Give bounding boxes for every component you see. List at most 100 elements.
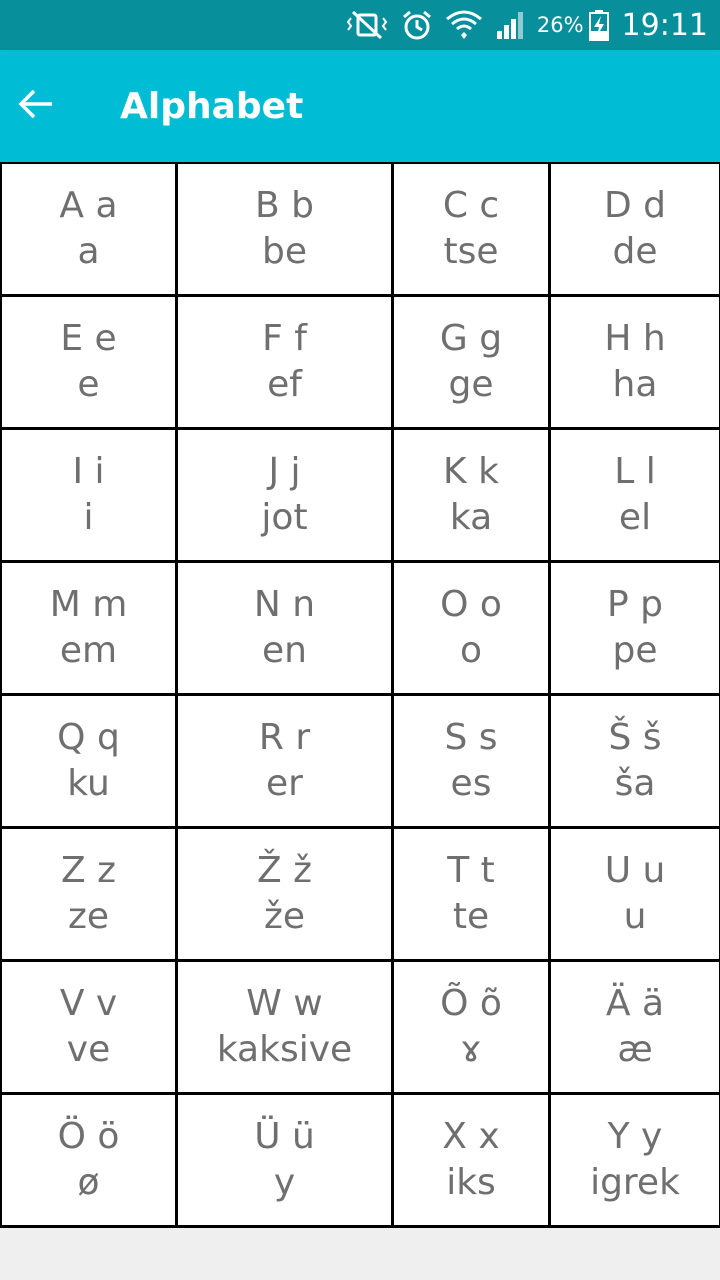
letter-name: i (83, 497, 94, 538)
letter-pair: G g (439, 318, 503, 359)
letter-name: ha (612, 364, 658, 405)
letter-name: el (618, 497, 652, 538)
letter-name: er (266, 763, 303, 804)
letter-cell[interactable]: Ö ö ø (2, 1095, 178, 1228)
letter-cell[interactable]: Ü ü y (178, 1095, 394, 1228)
letter-cell[interactable]: N n en (178, 563, 394, 696)
letter-name: be (262, 231, 307, 272)
letter-pair: A a (59, 185, 118, 226)
page-title: Alphabet (120, 85, 304, 127)
app-bar: Alphabet (0, 50, 720, 162)
letter-name: y (273, 1162, 296, 1203)
signal-icon (495, 9, 527, 41)
status-bar: 26% 19:11 (0, 0, 720, 50)
letter-cell[interactable]: G g ge (394, 297, 551, 430)
letter-cell[interactable]: L l el (551, 430, 720, 563)
letter-pair: Ä ä (605, 983, 665, 1024)
battery-charging-icon (588, 9, 610, 41)
letter-cell[interactable]: T t te (394, 829, 551, 962)
letter-cell[interactable]: Z z ze (2, 829, 178, 962)
letter-pair: H h (604, 318, 666, 359)
letter-name: pe (612, 630, 658, 671)
arrow-left-icon (16, 84, 56, 129)
letter-name: ze (67, 896, 110, 937)
letter-pair: W w (246, 983, 323, 1024)
letter-name: jot (261, 497, 308, 538)
letter-pair: Z z (60, 850, 116, 891)
letter-name: ef (267, 364, 302, 405)
letter-pair: P p (606, 584, 663, 625)
letter-name: ka (449, 497, 493, 538)
letter-pair: I i (72, 451, 105, 492)
letter-pair: Š š (608, 717, 662, 758)
status-time: 19:11 (621, 7, 708, 43)
letter-cell[interactable]: J j jot (178, 430, 394, 563)
letter-cell[interactable]: Y y igrek (551, 1095, 720, 1228)
letter-cell[interactable]: K k ka (394, 430, 551, 563)
letter-cell[interactable]: I i i (2, 430, 178, 563)
letter-pair: C c (442, 185, 500, 226)
letter-cell[interactable]: V v ve (2, 962, 178, 1095)
letter-name: te (452, 896, 490, 937)
alarm-icon (401, 9, 433, 41)
letter-name: u (623, 896, 647, 937)
letter-name: tse (443, 231, 499, 272)
letter-name: e (77, 364, 100, 405)
letter-name: ø (77, 1162, 100, 1203)
letter-name: igrek (590, 1162, 680, 1203)
letter-pair: J j (268, 451, 301, 492)
letter-cell[interactable]: S s es (394, 696, 551, 829)
letter-name: ša (614, 763, 656, 804)
letter-name: a (77, 231, 100, 272)
letter-pair: B b (255, 185, 314, 226)
letter-cell[interactable]: P p pe (551, 563, 720, 696)
letter-pair: Ö ö (57, 1116, 120, 1157)
letter-pair: K k (443, 451, 499, 492)
letter-name: o (459, 630, 483, 671)
letter-cell[interactable]: U u u (551, 829, 720, 962)
letter-name: iks (446, 1162, 496, 1203)
letter-cell[interactable]: Ž ž že (178, 829, 394, 962)
letter-cell[interactable]: F f ef (178, 297, 394, 430)
letter-cell[interactable]: C c tse (394, 164, 551, 297)
letter-pair: M m (49, 584, 128, 625)
letter-name: ve (66, 1029, 111, 1070)
letter-name: en (262, 630, 307, 671)
letter-pair: O o (440, 584, 502, 625)
letter-pair: U u (604, 850, 666, 891)
letter-name: že (263, 896, 306, 937)
letter-cell[interactable]: Š š ša (551, 696, 720, 829)
alphabet-grid: A a a B b be C c tse D d de E e e F f ef G g ge H h ha I… (0, 162, 720, 1228)
letter-pair: Õ õ (440, 983, 502, 1024)
letter-name: em (59, 630, 118, 671)
letter-pair: E e (60, 318, 117, 359)
letter-pair: Ž ž (256, 850, 312, 891)
wifi-icon (445, 9, 483, 41)
letter-cell[interactable]: Ä ä æ (551, 962, 720, 1095)
letter-cell[interactable]: E e e (2, 297, 178, 430)
letter-name: ge (448, 364, 494, 405)
letter-pair: Q q (57, 717, 120, 758)
letter-cell[interactable]: W w kaksive (178, 962, 394, 1095)
letter-name: kaksive (216, 1029, 353, 1070)
letter-cell[interactable]: X x iks (394, 1095, 551, 1228)
letter-name: es (450, 763, 492, 804)
letter-cell[interactable]: H h ha (551, 297, 720, 430)
letter-pair: F f (262, 318, 307, 359)
letter-cell[interactable]: R r er (178, 696, 394, 829)
letter-pair: R r (258, 717, 311, 758)
letter-cell[interactable]: Õ õ ɤ (394, 962, 551, 1095)
back-button[interactable] (16, 50, 96, 162)
letter-cell[interactable]: Q q ku (2, 696, 178, 829)
letter-cell[interactable]: O o o (394, 563, 551, 696)
letter-name: ku (67, 763, 110, 804)
vibrate-mute-icon (345, 10, 389, 40)
letter-name: ɤ (460, 1029, 482, 1070)
letter-cell[interactable]: D d de (551, 164, 720, 297)
letter-cell[interactable]: B b be (178, 164, 394, 297)
letter-pair: S s (444, 717, 498, 758)
letter-cell[interactable]: M m em (2, 563, 178, 696)
letter-name: æ (617, 1029, 653, 1070)
letter-cell[interactable]: A a a (2, 164, 178, 297)
letter-pair: Ü ü (254, 1116, 315, 1157)
